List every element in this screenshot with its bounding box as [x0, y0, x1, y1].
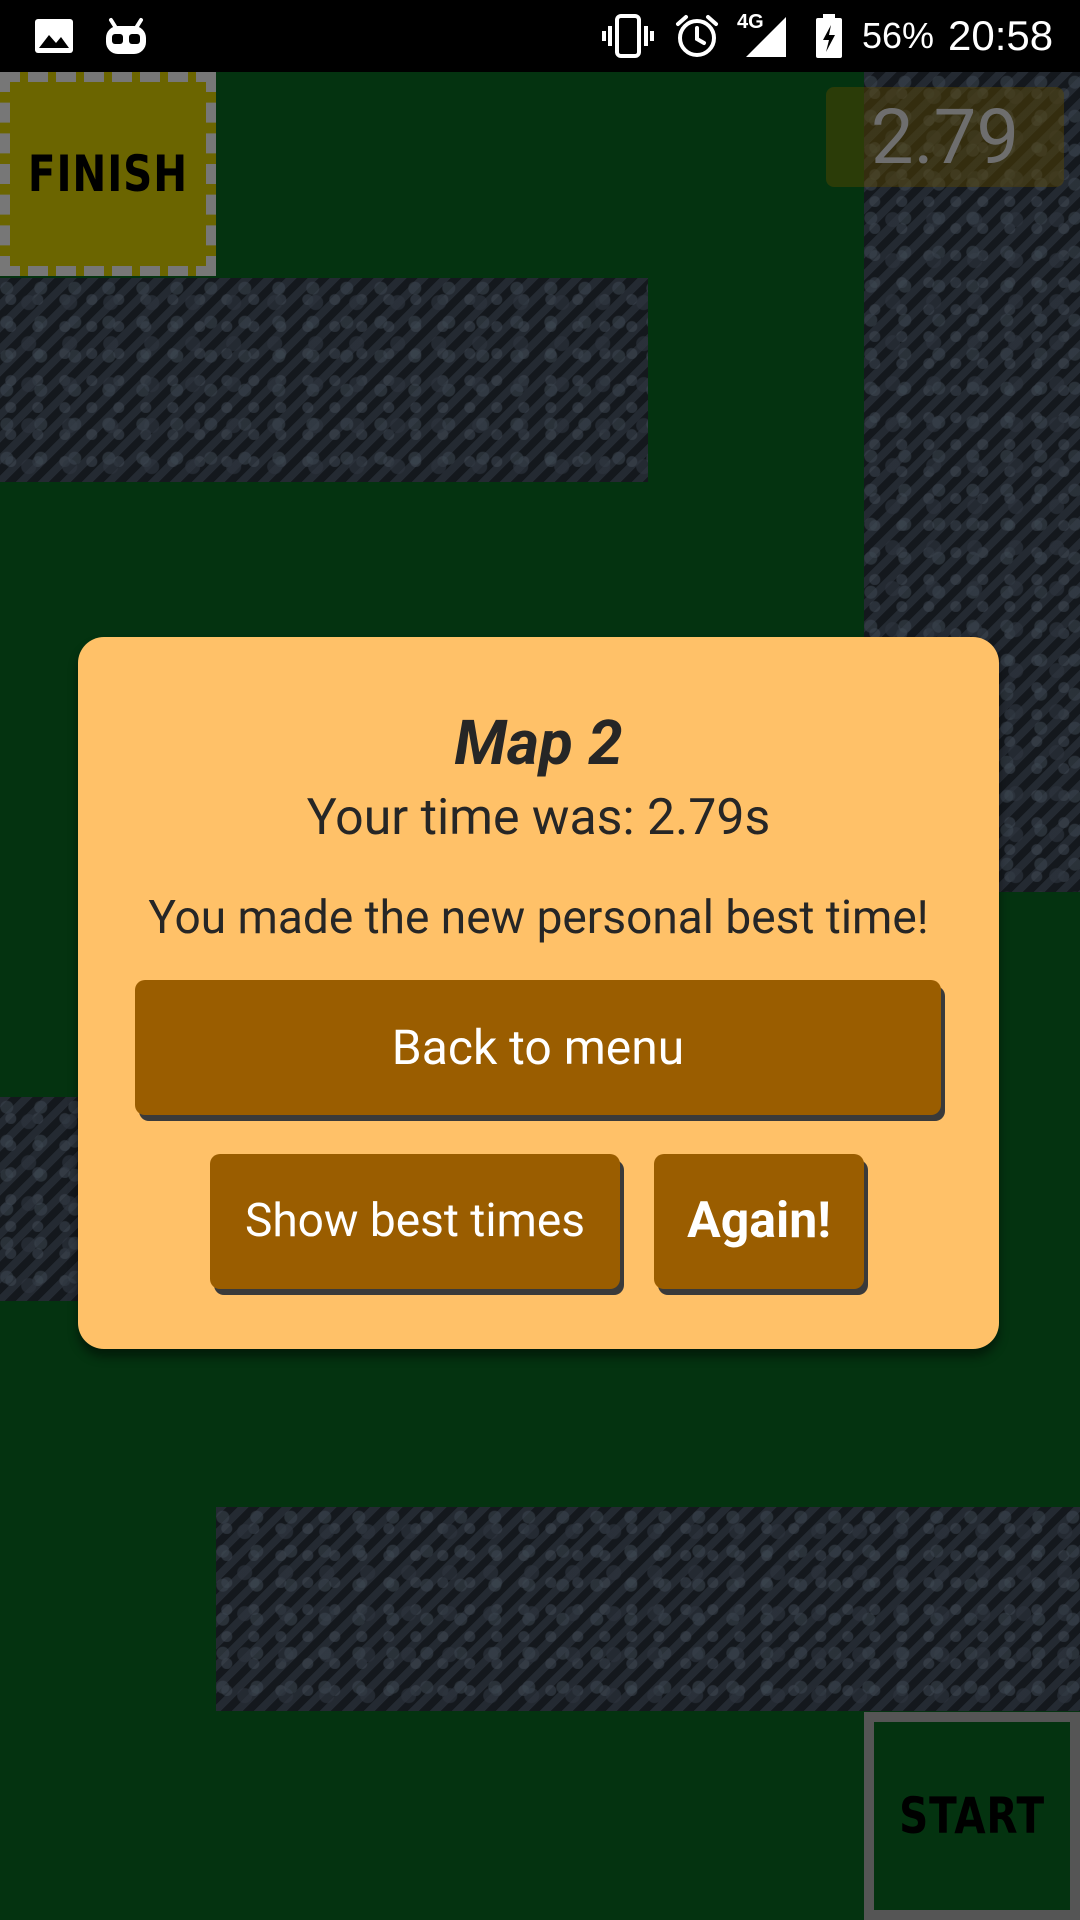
status-bar: 4G 56% 20:58	[0, 0, 1080, 72]
race-timer: 2.79	[826, 87, 1064, 187]
maze-wall	[0, 278, 648, 482]
network-type-label: 4G	[737, 11, 764, 33]
again-button[interactable]: Again!	[654, 1154, 864, 1289]
finish-label: FINISH	[27, 145, 189, 203]
back-to-menu-button[interactable]: Back to menu	[135, 980, 941, 1115]
personal-best-message: You made the new personal best time!	[148, 891, 929, 945]
battery-charging-icon	[814, 0, 844, 72]
dialog-title: Map 2	[454, 707, 623, 780]
clock: 20:58	[948, 12, 1054, 59]
start-pad: START	[864, 1712, 1080, 1920]
time-result-text: Your time was: 2.79s	[306, 789, 771, 847]
battery-percent: 56%	[862, 15, 935, 56]
show-best-times-button[interactable]: Show best times	[210, 1154, 620, 1289]
vibrate-icon	[601, 0, 655, 72]
gallery-icon	[34, 0, 74, 72]
result-dialog: Map 2 Your time was: 2.79s You made the …	[78, 637, 999, 1349]
alarm-icon	[674, 0, 720, 72]
game-screen: FINISH START 2.79 4G 56% 20:58 Map 2 You…	[0, 0, 1080, 1920]
start-label: START	[899, 1787, 1045, 1845]
android-robot-icon	[103, 0, 149, 72]
maze-wall	[216, 1507, 1080, 1711]
maze-wall	[0, 1097, 80, 1301]
finish-pad: FINISH	[0, 72, 216, 276]
